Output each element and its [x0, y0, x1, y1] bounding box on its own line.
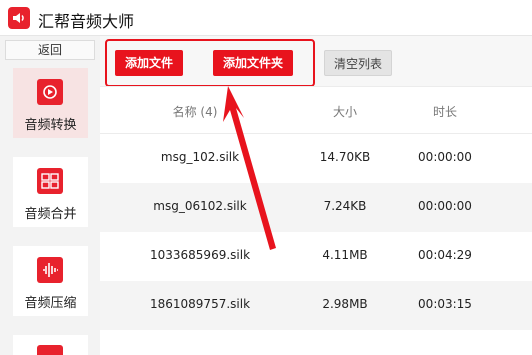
app-title: 汇帮音频大师 — [38, 12, 135, 31]
column-header-size[interactable]: 大小 — [305, 103, 385, 120]
sidebar-item-audio-merge[interactable]: 音频合并 — [13, 157, 88, 227]
column-header-name[interactable]: 名称 (4) — [150, 103, 240, 120]
file-duration: 00:04:29 — [418, 248, 472, 262]
sidebar-item-more[interactable] — [13, 335, 88, 355]
sidebar-item-audio-convert[interactable]: 音频转换 — [13, 68, 88, 138]
audio-compress-icon — [37, 257, 63, 283]
title-bar: 汇帮音频大师 — [0, 0, 532, 36]
table-row[interactable]: msg_06102.silk 7.24KB 00:00:00 — [100, 183, 532, 232]
table-row[interactable]: 1033685969.silk 4.11MB 00:04:29 — [100, 232, 532, 281]
file-size: 14.70KB — [319, 150, 371, 164]
file-size: 2.98MB — [322, 297, 368, 311]
annotation-highlight-box — [105, 39, 315, 87]
audio-convert-icon — [37, 79, 63, 105]
clear-list-button[interactable]: 清空列表 — [324, 50, 392, 76]
file-name: msg_06102.silk — [153, 199, 247, 213]
sidebar-item-audio-compress[interactable]: 音频压缩 — [13, 246, 88, 316]
speaker-icon — [8, 7, 30, 29]
table-row[interactable]: msg_102.silk 14.70KB 00:00:00 — [100, 134, 532, 183]
audio-merge-icon — [37, 168, 63, 194]
file-name: 1861089757.silk — [149, 297, 251, 311]
column-header-duration[interactable]: 时长 — [405, 103, 485, 120]
main-panel: 添加文件 添加文件夹 清空列表 名称 (4) 大小 时长 msg_102.sil… — [100, 36, 532, 355]
file-duration: 00:03:15 — [418, 297, 472, 311]
file-size: 4.11MB — [322, 248, 368, 262]
table-row[interactable]: 1861089757.silk 2.98MB 00:03:15 — [100, 281, 532, 330]
file-name: 1033685969.silk — [149, 248, 251, 262]
sidebar-item-label: 音频转换 — [24, 118, 77, 133]
file-duration: 00:00:00 — [418, 199, 472, 213]
table-header: 名称 (4) 大小 时长 — [100, 86, 532, 134]
sidebar-item-label: 音频压缩 — [24, 296, 77, 311]
back-button[interactable]: 返回 — [5, 40, 95, 60]
toolbar: 添加文件 添加文件夹 清空列表 — [100, 36, 532, 87]
audio-tool-icon — [37, 345, 63, 355]
sidebar-item-label: 音频合并 — [24, 207, 77, 222]
file-name: msg_102.silk — [160, 150, 240, 164]
file-duration: 00:00:00 — [418, 150, 472, 164]
file-size: 7.24KB — [323, 199, 367, 213]
sidebar: 返回 音频转换 音频合并 音频压缩 — [0, 36, 100, 355]
